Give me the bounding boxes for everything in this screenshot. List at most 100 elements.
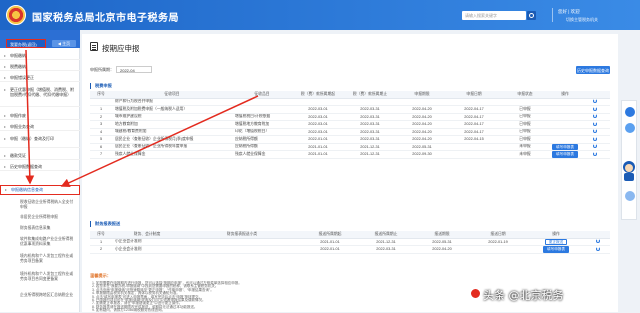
sidebar-item-history-query[interactable]: 历史申报数据查询 xyxy=(0,163,80,171)
mascot-icon[interactable] xyxy=(620,160,638,182)
sidebar-item-void[interactable]: 申报作废 xyxy=(0,112,80,120)
col-header: 序号 xyxy=(90,231,112,239)
home-button[interactable]: ◀ 主页 xyxy=(52,40,76,47)
refresh-cell xyxy=(580,143,610,151)
operation-cell: 填写申报表 xyxy=(526,245,586,254)
sidebar-subitem-contract-change[interactable]: 境外机构和个人发包工程作业或劳务项目合同变更备案 xyxy=(0,272,80,290)
sidebar-subitem-financial-report[interactable]: 财务报表信息采集 xyxy=(0,226,80,232)
history-query-button[interactable]: 历史申报数据查询 xyxy=(576,66,610,74)
refresh-icon[interactable] xyxy=(593,136,597,141)
table-row: 2 城市维护建设税 增值税税目/计税依据 2022-03-01 2022-03-31 20… xyxy=(90,113,610,121)
tax-emblem-logo xyxy=(6,5,26,25)
tax-service-button[interactable]: 我要办税(返回) xyxy=(6,39,46,48)
main-panel: 按期应申报 申报所属期： 2022-04 历史申报数据查询 税费申报 序号 征收… xyxy=(82,34,618,312)
declare-date: 2022-04-17 xyxy=(448,128,500,136)
sidebar-subitem-contract-filing[interactable]: 境内机构和个人发包工程作业或劳务项目备案 xyxy=(0,254,80,266)
row-number: 1 xyxy=(90,238,112,246)
note-line: 9. 如有疑问，请拨打12366纳税服务热线咨询。 xyxy=(92,308,166,313)
row-number: 4 xyxy=(90,128,112,136)
refresh-icon[interactable] xyxy=(593,129,597,134)
table-row: 7 残疾人就业保障金 残疾人就业保障金 2021-01-01 2021-12-31 202… xyxy=(90,150,610,159)
period-end: 2021-12-31 xyxy=(358,238,414,246)
refresh-cell xyxy=(580,113,610,121)
refresh-icon[interactable] xyxy=(596,239,600,244)
back-to-top-icon[interactable] xyxy=(625,191,635,201)
refresh-icon[interactable] xyxy=(596,246,600,251)
refresh-icon[interactable] xyxy=(593,106,597,111)
tax-item: 居民企业（查账征收）企业所得税年度申报 xyxy=(112,143,232,151)
sidebar-item-business-query[interactable]: 申报业务查询 xyxy=(0,123,80,131)
sidebar-item-info-query[interactable]: 申报缴纳信息查询 xyxy=(0,185,80,195)
sidebar-subitem-software-ic[interactable]: 软件和集成电路产业企业所得税优惠事项资料采集 xyxy=(0,237,80,249)
period-start: 2022-01-01 xyxy=(302,245,358,254)
sidebar-subitem-full-payment[interactable]: 税收征收企业所得税纳入全支付申报 xyxy=(0,200,80,212)
deadline: 2022-05-31 xyxy=(414,238,470,246)
refresh-icon[interactable] xyxy=(593,151,597,156)
refresh-icon[interactable] xyxy=(593,99,597,104)
switch-tax-authority-link[interactable]: 切换主管税务机关 xyxy=(566,17,598,23)
fill-form-button[interactable]: 填写申报表 xyxy=(543,246,569,253)
notes-title: 温馨提示： xyxy=(90,273,111,278)
col-header: 申报期限 xyxy=(396,91,448,99)
col-header: 报送期限 xyxy=(414,231,470,239)
sidebar-item-preferential-correction[interactable]: 更正优惠申报（增值税、消费税、附加税费/代扣代缴、代扣代缴申报） xyxy=(0,85,80,107)
period-start: 2022-03-01 xyxy=(292,120,344,129)
tax-item: 城建税/教育费附加 xyxy=(112,128,232,136)
toutiao-logo-icon xyxy=(470,288,481,299)
service-icon[interactable] xyxy=(625,107,635,117)
report-subtype xyxy=(182,245,302,254)
refresh-icon[interactable] xyxy=(593,144,597,149)
chat-icon[interactable] xyxy=(625,123,635,133)
operation-cell xyxy=(550,135,580,144)
accounting-system: 小企业会计准则 xyxy=(112,245,182,254)
period-input[interactable]: 2022-04 xyxy=(116,66,152,73)
refresh-icon[interactable] xyxy=(593,114,597,119)
app-title: 国家税务总局北京市电子税务局 xyxy=(32,13,179,24)
top-header: 国家税务总局北京市电子税务局 请输入搜索关键字 您好 | 欢迎 切换主管税务机关 xyxy=(0,0,640,30)
col-header: 财务、会计制度 xyxy=(112,231,182,239)
declare-date: 2022-04-17 xyxy=(448,105,500,114)
tax-item: 残疾人就业保障金 xyxy=(112,150,232,159)
period-start: 2021-01-01 xyxy=(302,238,358,246)
report-subtype xyxy=(182,238,302,246)
sidebar-item-declare-pay[interactable]: 申报缴纳 xyxy=(0,52,80,60)
sidebar-subitem-nonresident[interactable]: 非居民企业所得税申报 xyxy=(0,215,80,221)
period-start: 2022-03-01 xyxy=(292,113,344,121)
user-welcome[interactable]: 您好 | 欢迎 xyxy=(558,9,580,15)
refresh-icon[interactable] xyxy=(593,121,597,126)
operation-cell xyxy=(550,98,580,106)
period-end: 2022-03-31 xyxy=(344,135,396,144)
table-row: 4 城建税/教育费附加 印花（增值税税目） 2022-03-01 2022-03-31 2… xyxy=(90,128,610,136)
sidebar-item-payment-voucher[interactable]: 缴款凭证 xyxy=(0,152,80,160)
correct-report-button[interactable]: 更正报送 xyxy=(544,238,568,245)
accounting-system: 小企业会计准则 xyxy=(112,238,182,246)
watermark: 头条 @北京税务 xyxy=(483,289,564,302)
refresh-cell xyxy=(586,245,610,254)
search-icon[interactable] xyxy=(527,11,536,20)
refresh-cell xyxy=(586,238,610,246)
search-input[interactable]: 请输入搜索关键字 xyxy=(462,11,526,20)
sidebar-subitem-consolidated[interactable]: 企业所得税跨地区汇总纳税企业 xyxy=(0,293,80,305)
col-header: 申报日期 xyxy=(448,91,500,99)
header-divider xyxy=(552,8,553,22)
deadline: 2022-04-20 xyxy=(396,120,448,129)
col-header: 序号 xyxy=(90,91,112,99)
period-end: 2022-03-31 xyxy=(358,245,414,254)
row-number: 2 xyxy=(90,113,112,121)
status xyxy=(500,98,550,106)
fill-form-button[interactable]: 填写申报表 xyxy=(552,143,578,150)
status: 已申报 xyxy=(500,120,550,129)
tax-subitem: 增值税税目/计税依据 xyxy=(232,113,292,121)
period-start: 2021-01-01 xyxy=(292,150,344,159)
sidebar-header: 我要办税(返回) ◀ 主页 xyxy=(0,30,80,48)
table-header-row: 序号 征收项目 征收品目 税（费）款所属期起 税（费）款所属期止 申报期限 申报… xyxy=(90,91,610,99)
fill-form-button[interactable]: 填写申报表 xyxy=(552,151,578,158)
sidebar-item-query-print[interactable]: 申报（缴纳）查询及打印 xyxy=(0,134,80,148)
sidebar-item-tax-payment[interactable]: 税费缴纳 xyxy=(0,63,80,71)
row-number xyxy=(90,98,112,106)
status: 已申报 xyxy=(500,128,550,136)
period-start: 2022-01-01 xyxy=(292,135,344,144)
tax-declaration-table: 序号 征收项目 征收品目 税（费）款所属期起 税（费）款所属期止 申报期限 申报… xyxy=(90,91,610,159)
table-row: 3 地方教育附加 增值税地方教育附加 2022-03-01 2022-03-31 2022… xyxy=(90,120,610,129)
sidebar-item-correction[interactable]: 申报错误更正 xyxy=(0,74,80,82)
